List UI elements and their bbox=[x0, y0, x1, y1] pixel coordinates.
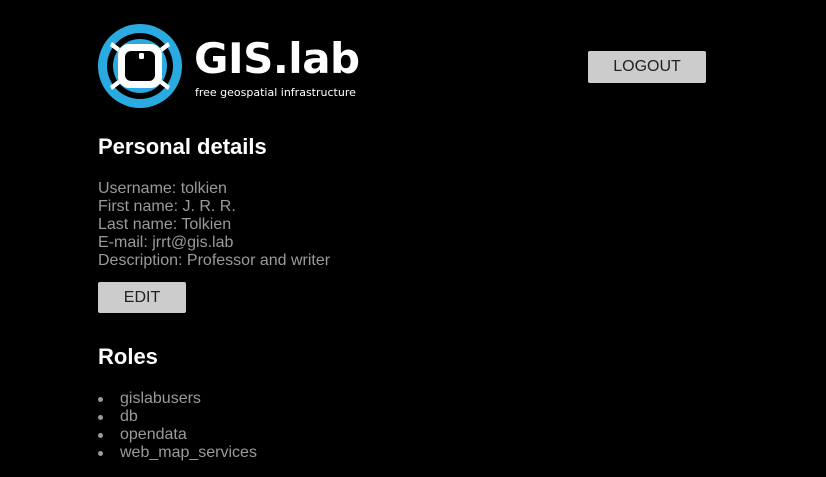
role-item: db bbox=[98, 408, 257, 426]
logo[interactable]: GIS.lab free geospatial infrastructure bbox=[98, 24, 378, 108]
logout-button[interactable]: LOGOUT bbox=[588, 51, 706, 83]
gislab-logo-icon bbox=[98, 24, 182, 108]
personal-details-list: Username: tolkien First name: J. R. R. L… bbox=[98, 180, 330, 270]
roles-title: Roles bbox=[98, 344, 158, 369]
detail-last-name: Last name: Tolkien bbox=[98, 216, 232, 233]
logo-tagline: free geospatial infrastructure bbox=[195, 86, 356, 99]
detail-username: Username: tolkien bbox=[98, 180, 227, 197]
logo-title: GIS.lab bbox=[194, 34, 360, 83]
personal-details-title: Personal details bbox=[98, 134, 267, 159]
role-item: gislabusers bbox=[98, 390, 257, 408]
bullet-icon bbox=[98, 433, 103, 438]
role-label: opendata bbox=[120, 426, 187, 443]
role-item: web_map_services bbox=[98, 444, 257, 462]
edit-button[interactable]: EDIT bbox=[98, 282, 186, 313]
detail-first-name: First name: J. R. R. bbox=[98, 198, 236, 215]
role-item: opendata bbox=[98, 426, 257, 444]
bullet-icon bbox=[98, 451, 103, 456]
bullet-icon bbox=[98, 397, 103, 402]
detail-email: E-mail: jrrt@gis.lab bbox=[98, 234, 234, 251]
role-label: gislabusers bbox=[120, 390, 201, 407]
roles-list: gislabusers db opendata web_map_services bbox=[98, 390, 257, 462]
detail-description: Description: Professor and writer bbox=[98, 252, 331, 269]
role-label: web_map_services bbox=[120, 444, 257, 461]
role-label: db bbox=[120, 408, 138, 425]
page: GIS.lab free geospatial infrastructure L… bbox=[0, 0, 826, 477]
bullet-icon bbox=[98, 415, 103, 420]
